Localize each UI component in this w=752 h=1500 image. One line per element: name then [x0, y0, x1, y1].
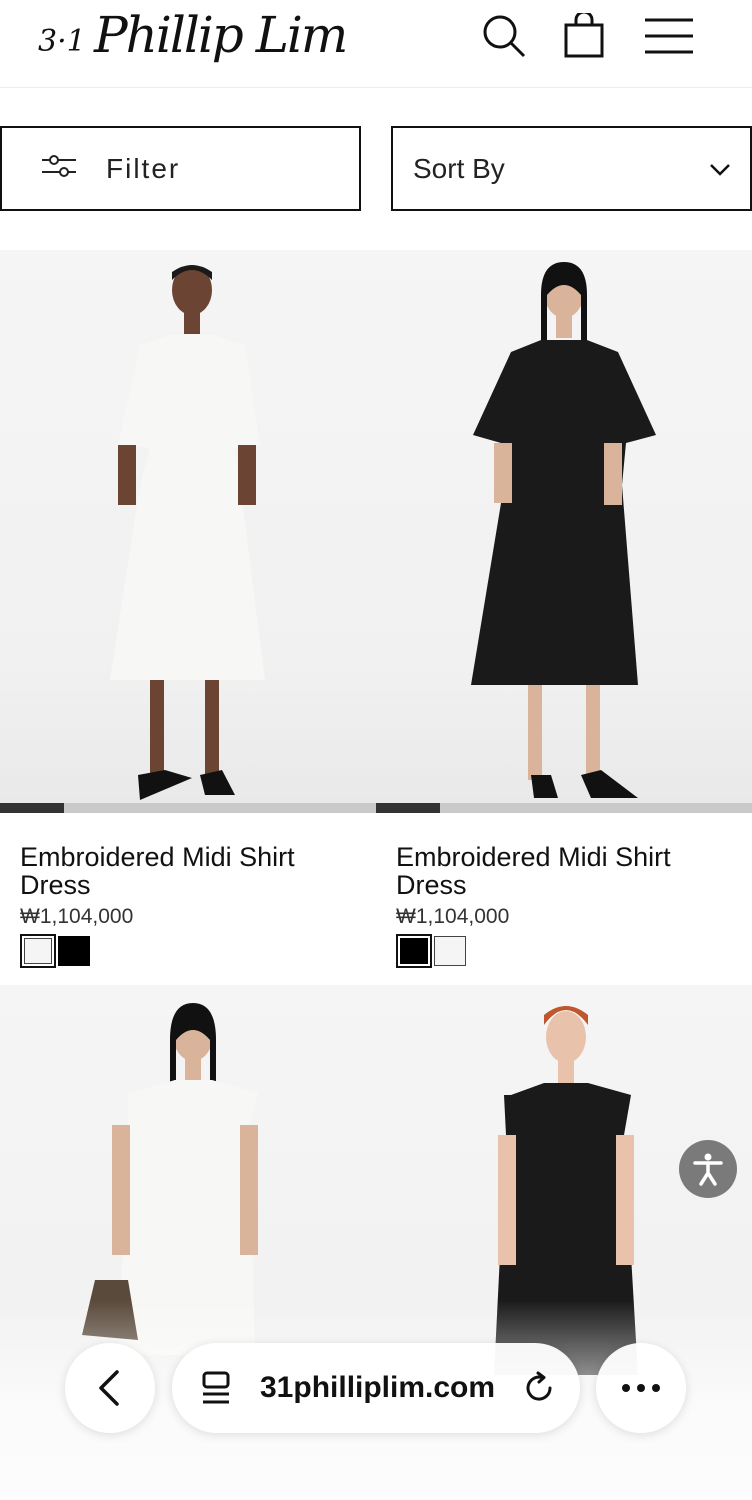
brand-logo[interactable]: 3·1 Phillip Lim [34, 4, 374, 74]
sort-label: Sort By [413, 152, 505, 184]
model-photo [471, 262, 656, 798]
more-options-icon [622, 1384, 660, 1392]
browser-address-bar[interactable]: 31philliplim.com [172, 1343, 580, 1433]
color-swatches [20, 934, 92, 968]
product-image[interactable] [376, 250, 752, 803]
search-icon[interactable] [478, 10, 530, 62]
carousel-progress-fill [0, 803, 64, 813]
product-price: ₩1,104,000 [20, 905, 134, 928]
browser-back-button[interactable] [65, 1343, 155, 1433]
swatch-black[interactable] [56, 934, 92, 968]
hamburger-menu-icon[interactable] [643, 10, 695, 62]
logo-script: Phillip Lim [94, 6, 348, 64]
model-photo [110, 265, 265, 800]
product-image[interactable] [0, 250, 376, 803]
product-name[interactable]: Embroidered Midi Shirt Dress [20, 843, 360, 899]
accessibility-icon [693, 1153, 723, 1186]
product-name[interactable]: Embroidered Midi Shirt Dress [396, 843, 736, 899]
site-header: 3·1 Phillip Lim [0, 0, 752, 88]
sort-by-select[interactable]: Sort By [391, 126, 752, 211]
swatch-black[interactable] [396, 934, 432, 968]
carousel-progress [376, 803, 752, 813]
back-chevron-icon [99, 1370, 119, 1406]
color-swatches [396, 934, 468, 968]
carousel-progress-fill [376, 803, 440, 813]
carousel-progress [0, 803, 376, 813]
shopping-bag-icon[interactable] [558, 10, 610, 62]
filter-button[interactable]: Filter [0, 126, 361, 211]
product-price: ₩1,104,000 [396, 905, 510, 928]
page-tabs-icon[interactable] [200, 1371, 232, 1405]
filter-label: Filter [106, 152, 181, 184]
logo-number: 3·1 [38, 24, 86, 59]
sliders-icon [42, 154, 76, 183]
swatch-white[interactable] [20, 934, 56, 968]
chevron-down-icon [708, 157, 732, 186]
reload-icon[interactable] [522, 1371, 556, 1405]
browser-more-button[interactable] [596, 1343, 686, 1433]
accessibility-button[interactable] [679, 1140, 737, 1198]
swatch-white[interactable] [432, 934, 468, 968]
browser-url[interactable]: 31philliplim.com [260, 1371, 495, 1405]
